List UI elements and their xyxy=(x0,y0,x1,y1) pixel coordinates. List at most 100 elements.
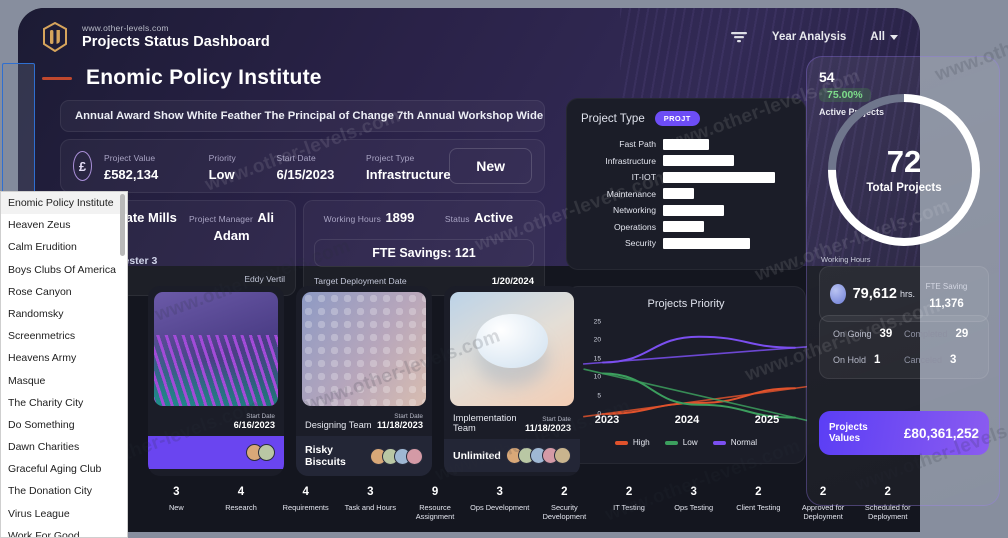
company-dropdown-list[interactable]: Enomic Policy Institute Heaven Zeus Calm E… xyxy=(0,191,128,538)
bar-fill xyxy=(663,171,775,183)
pipeline-stage[interactable]: 2 Security Development xyxy=(532,486,597,522)
working-hours-label: Working Hours xyxy=(323,214,381,224)
total-projects-value: 72 xyxy=(886,144,922,179)
working-hours-box: 79,612 hrs. FTE Saving 11,376 xyxy=(819,266,989,322)
dropdown-option[interactable]: Randomsky xyxy=(1,303,127,325)
project-start-date-label: Start Date xyxy=(394,413,423,420)
dropdown-option[interactable]: Masque xyxy=(1,370,127,392)
project-start-date: Start Date 11/18/2023 xyxy=(525,416,571,433)
bar-label: Infrastructure xyxy=(605,155,656,166)
pipeline-stage[interactable]: 4 Requirements xyxy=(273,486,338,522)
dropdown-option[interactable]: Work For Good xyxy=(1,525,127,537)
legend-label: High xyxy=(632,438,650,447)
priority-legend: High Low Normal xyxy=(567,438,805,447)
trend-line-normal xyxy=(582,345,816,365)
dropdown-option[interactable]: Virus League xyxy=(1,503,127,525)
pipeline-stage-label: Ops Development xyxy=(470,503,530,512)
y-tick-label: 10 xyxy=(593,373,601,381)
legend-label: Low xyxy=(682,438,698,447)
status-counts-box: On Going 39 Completed 29 On Hold 1 Canceled 3 xyxy=(819,315,989,379)
year-analysis-button[interactable]: Year Analysis xyxy=(772,31,846,43)
avatar-group xyxy=(246,444,275,461)
pipeline-stage-count: 4 xyxy=(302,486,309,498)
start-date-value: 6/15/2023 xyxy=(276,167,335,182)
bar-row: Security xyxy=(581,235,791,252)
pipeline-stage[interactable]: 9 Resource Assignment xyxy=(403,486,468,522)
dropdown-option[interactable]: Heavens Army xyxy=(1,347,127,369)
project-card[interactable]: Designing Team Start Date 11/18/2023 Risky … xyxy=(296,286,432,476)
project-thumbnail xyxy=(154,292,278,406)
pipeline-stage[interactable]: 3 Ops Testing xyxy=(661,486,726,522)
dropdown-option[interactable]: Rose Canyon xyxy=(1,281,127,303)
project-card[interactable]: Start Date 6/16/2023 xyxy=(148,286,284,476)
project-manager-field: Project Manager Ali Adam xyxy=(178,209,285,245)
pipeline-stage[interactable]: 2 Client Testing xyxy=(726,486,791,522)
pipeline-stage-label: Resource Assignment xyxy=(415,503,455,522)
y-tick-label: 25 xyxy=(593,318,601,326)
dropdown-option[interactable]: Calm Erudition xyxy=(1,236,127,258)
dropdown-option[interactable]: Do Something xyxy=(1,414,127,436)
avatar xyxy=(258,444,275,461)
status-value: 1 xyxy=(874,354,881,366)
project-card[interactable]: Implementation Team Start Date 11/18/2023 U… xyxy=(444,286,580,476)
page-title-row: Enomic Policy Institute xyxy=(42,66,322,90)
project-team-name: Implementation Team xyxy=(453,413,517,433)
legend-entry: Low xyxy=(664,438,698,447)
title-accent-dash xyxy=(42,76,72,80)
dropdown-scrollbar[interactable] xyxy=(120,194,125,256)
pound-circle-icon: £ xyxy=(73,151,92,181)
project-start-date: Start Date 6/16/2023 xyxy=(234,413,275,430)
pipeline-stage-label: Security Development xyxy=(542,503,587,522)
y-tick-label: 15 xyxy=(593,355,601,363)
priority-value: Low xyxy=(208,167,235,182)
pipeline-stage[interactable]: 4 Research xyxy=(209,486,274,522)
bar-fill xyxy=(663,188,694,200)
pipeline-stage[interactable]: 3 Task and Hours xyxy=(338,486,403,522)
dropdown-option[interactable]: Heaven Zeus xyxy=(1,214,127,236)
dropdown-option[interactable]: Enomic Policy Institute xyxy=(1,192,127,215)
total-projects-label: Total Projects xyxy=(866,182,942,194)
dropdown-option[interactable]: The Charity City xyxy=(1,392,127,414)
projt-badge: PROJT xyxy=(654,111,700,126)
bar-label: Maintenance xyxy=(606,188,656,199)
legend-entry: Normal xyxy=(712,438,757,447)
pipeline-stage[interactable]: 3 Ops Development xyxy=(467,486,532,522)
bar-fill xyxy=(663,204,725,216)
bar-label: IT-IOT xyxy=(631,172,656,183)
project-card-meta: Implementation Team Start Date 11/18/2023 xyxy=(444,406,580,439)
avatar xyxy=(554,447,571,464)
status-label: On Going xyxy=(833,329,872,339)
filter-icon[interactable] xyxy=(730,29,748,45)
project-type-panel: Project Type PROJT Fast Path Infrastructu… xyxy=(566,98,806,270)
status-value: 29 xyxy=(955,328,969,340)
bar-fill xyxy=(663,221,704,233)
company-select-control[interactable] xyxy=(2,63,35,193)
priority-label: Priority xyxy=(208,153,236,163)
dropdown-option[interactable]: Dawn Charities xyxy=(1,436,127,458)
status-cell: On Going 39 xyxy=(833,328,904,340)
project-type-header: Project Type PROJT xyxy=(581,111,791,126)
thumbnail-art xyxy=(476,314,548,368)
priority-line-svg xyxy=(582,335,816,423)
x-axis-ticks: 2023 2024 2025 xyxy=(567,414,807,426)
working-hours-field: Working Hours 1899 xyxy=(314,209,424,227)
project-manager-label: Project Manager xyxy=(189,214,253,224)
start-date-label: Start Date xyxy=(276,153,316,163)
pipeline-stage[interactable]: 3 New xyxy=(144,486,209,522)
projects-values-button[interactable]: Projects Values £80,361,252 xyxy=(819,411,989,455)
pipeline-stage[interactable]: 2 IT Testing xyxy=(597,486,662,522)
dropdown-option[interactable]: The Donation City xyxy=(1,480,127,502)
dropdown-option[interactable]: Boys Clubs Of America xyxy=(1,259,127,281)
all-filter-select[interactable]: All xyxy=(870,31,898,43)
avatar xyxy=(406,447,423,465)
dropdown-option[interactable]: Screenmetrics xyxy=(1,325,127,347)
project-start-date-label: Start Date xyxy=(542,416,571,423)
dropdown-option[interactable]: Graceful Aging Club xyxy=(1,458,127,480)
projects-priority-plot: 0 5 10 15 20 25 2023 2024 2025 xyxy=(567,310,816,428)
active-count: 54 xyxy=(819,69,835,85)
legend-swatch xyxy=(712,440,726,445)
y-axis-ticks: 0 5 10 15 20 25 xyxy=(579,310,601,418)
double-bar-logo-icon xyxy=(40,20,70,54)
x-tick-label: 2024 xyxy=(674,414,700,426)
legend-entry: High xyxy=(614,438,650,447)
